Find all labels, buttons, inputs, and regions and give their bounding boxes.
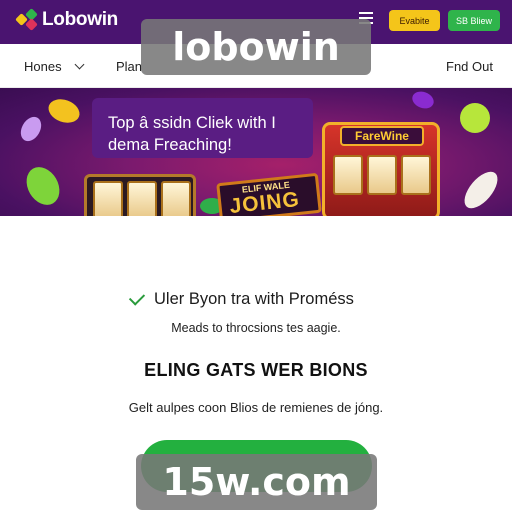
feature-text: Uler Byon tra with Proméss xyxy=(154,290,354,308)
subtitle: Meads to throcsions tes aagie. xyxy=(171,321,341,335)
section-description: Gelt aulpes coon Blios de remienes de jó… xyxy=(128,400,384,415)
nav-item-hones[interactable]: Hones xyxy=(24,59,62,74)
watermark-top: lobowin xyxy=(141,19,371,75)
slot-machine-image xyxy=(84,174,196,216)
hero-title: Top â ssidn Cliek with I dema Freaching! xyxy=(108,114,276,154)
candy-icon xyxy=(458,166,504,214)
nav-item-find-out[interactable]: Fnd Out xyxy=(446,59,493,74)
candy-icon xyxy=(409,88,437,112)
watermark-bottom: 15w.com xyxy=(136,454,377,510)
nav-item-plan[interactable]: Plan xyxy=(116,59,142,74)
join-sign[interactable]: ELIF WALE JOING xyxy=(216,172,322,216)
slot-sign: FareWine xyxy=(340,126,424,146)
feature-line: Uler Byon tra with Proméss xyxy=(128,289,354,309)
evabite-button[interactable]: Evabite xyxy=(389,10,440,31)
logo-icon xyxy=(15,8,38,31)
join-sign-big-text: JOING xyxy=(228,187,301,216)
candy-icon xyxy=(16,113,46,145)
chevron-down-icon[interactable] xyxy=(74,59,85,70)
logo[interactable]: Lobowin xyxy=(15,8,118,31)
logo-text: Lobowin xyxy=(42,9,118,30)
section-heading: ELING GATS WER BIONS xyxy=(144,360,368,380)
candy-icon xyxy=(20,161,66,211)
register-button[interactable]: SB Bliew xyxy=(448,10,500,31)
check-icon xyxy=(128,289,146,306)
hero-banner[interactable]: FareWine ELIF WALE JOING Top â ssidn Cli… xyxy=(0,88,512,216)
candy-icon xyxy=(45,95,83,127)
candy-icon xyxy=(460,103,490,133)
